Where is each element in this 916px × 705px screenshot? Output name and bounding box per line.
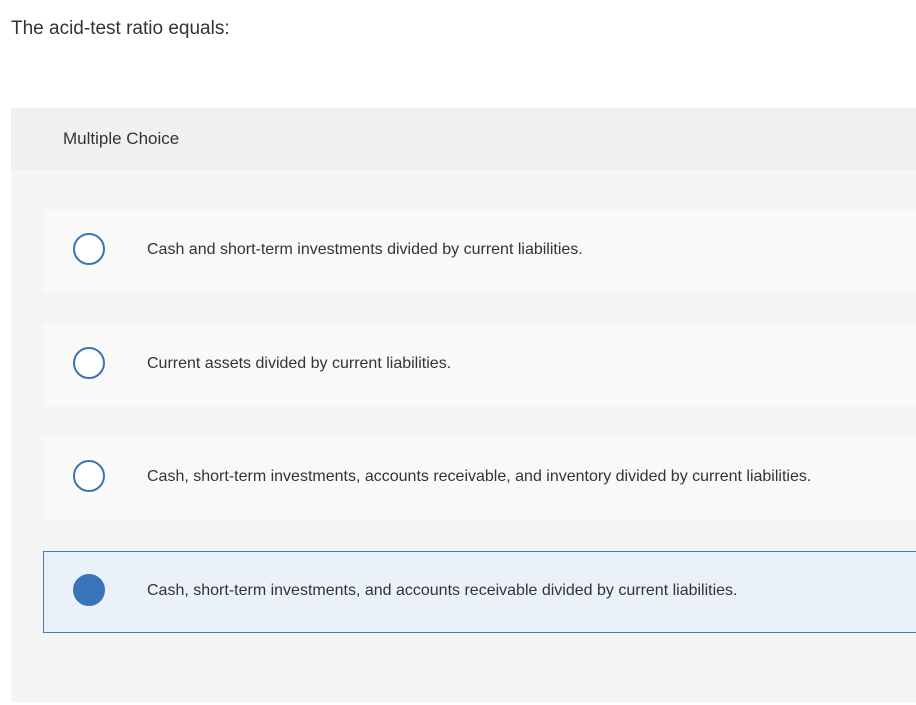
answer-option-1[interactable]: Cash and short-term investments divided … (43, 210, 916, 292)
question-text: The acid-test ratio equals: (11, 18, 230, 39)
answer-option-3[interactable]: Cash, short-term investments, accounts r… (43, 437, 916, 519)
multiple-choice-header: Multiple Choice (11, 108, 916, 170)
radio-button-selected-icon[interactable] (73, 574, 105, 606)
multiple-choice-header-label: Multiple Choice (63, 129, 180, 148)
answer-option-label: Cash and short-term investments divided … (147, 241, 583, 258)
multiple-choice-panel: Multiple Choice Cash and short-term inve… (11, 108, 916, 702)
radio-button-unselected-icon[interactable] (73, 460, 105, 492)
answer-option-label: Cash, short-term investments, accounts r… (147, 468, 812, 485)
radio-button-unselected-icon[interactable] (73, 233, 105, 265)
answer-option-label: Cash, short-term investments, and accoun… (147, 582, 738, 599)
answer-option-label: Current assets divided by current liabil… (147, 355, 452, 372)
radio-button-unselected-icon[interactable] (73, 347, 105, 379)
answer-option-4-selected[interactable]: Cash, short-term investments, and accoun… (43, 551, 916, 633)
answer-option-2[interactable]: Current assets divided by current liabil… (43, 324, 916, 406)
